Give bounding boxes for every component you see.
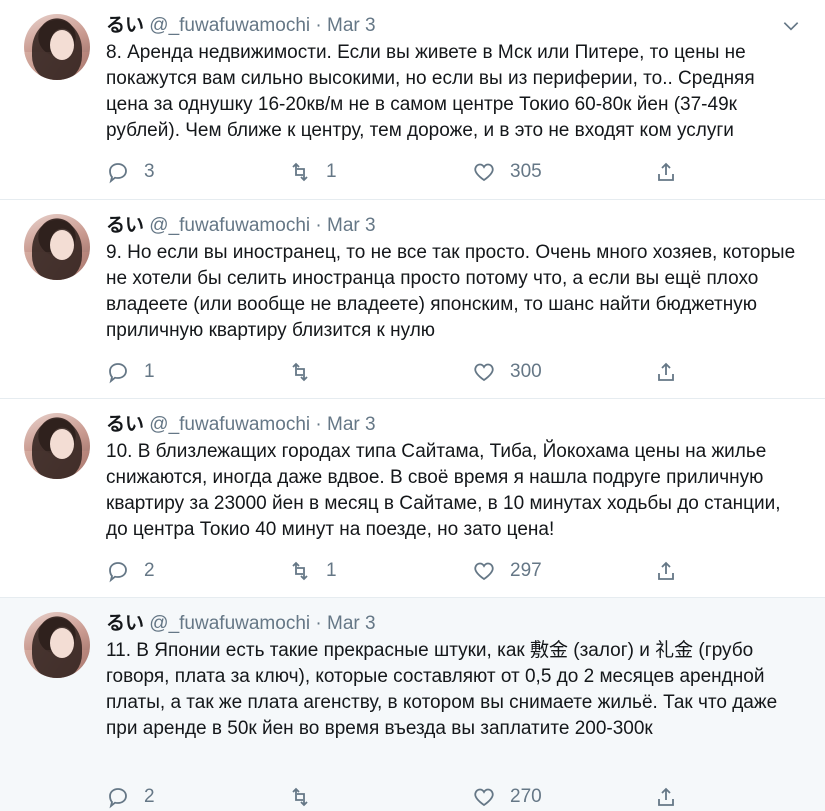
tweet-actions: 2 270 [100,783,800,811]
display-name[interactable]: るい [106,613,144,634]
tweet-thread: るい @_fuwafuwamochi · Mar 3 8. Аренда нед… [0,0,825,811]
tweet-text: 11. В Японии есть такие прекрасные штуки… [106,640,783,739]
tweet-date[interactable]: Mar 3 [327,215,376,236]
tweet-actions: 1 300 [100,358,800,386]
reply-count: 3 [144,161,155,182]
tweet[interactable]: るい @_fuwafuwamochi · Mar 3 8. Аренда нед… [0,0,825,200]
retweet-count: 1 [326,560,337,581]
tweet-date[interactable]: Mar 3 [327,15,376,36]
reply-icon [109,788,127,809]
reply-count: 1 [144,361,155,382]
display-name[interactable]: るい [106,15,144,36]
user-handle[interactable]: @_fuwafuwamochi [149,414,310,435]
share-button[interactable] [654,557,678,585]
retweet-icon [292,787,308,807]
reply-button[interactable]: 1 [106,358,155,386]
like-button[interactable]: 297 [472,557,542,585]
share-icon [658,162,674,181]
user-handle[interactable]: @_fuwafuwamochi [149,613,310,634]
separator: · [315,15,322,36]
like-count: 305 [510,161,542,182]
retweet-button[interactable]: 1 [288,158,337,186]
retweet-icon [292,561,308,581]
retweet-button[interactable]: 1 [288,557,337,585]
like-count: 297 [510,560,542,581]
share-button[interactable] [654,783,678,811]
like-button[interactable]: 300 [472,358,542,386]
tweet-header: るい @_fuwafuwamochi · Mar 3 [106,14,376,38]
reply-button[interactable]: 2 [106,783,155,811]
share-button[interactable] [654,358,678,386]
reply-count: 2 [144,786,155,807]
avatar[interactable] [24,413,90,479]
tweet[interactable]: るい @_fuwafuwamochi · Mar 3 10. В близлеж… [0,399,825,598]
like-count: 300 [510,361,542,382]
share-button[interactable] [654,158,678,186]
reply-button[interactable]: 3 [106,158,155,186]
user-handle[interactable]: @_fuwafuwamochi [149,215,310,236]
like-button[interactable]: 305 [472,158,542,186]
reply-icon [109,163,127,184]
heart-icon [474,788,494,807]
reply-count: 2 [144,560,155,581]
user-handle[interactable]: @_fuwafuwamochi [149,15,310,36]
retweet-icon [292,362,308,382]
retweet-count: 1 [326,161,337,182]
tweet-actions: 2 1 297 [100,557,800,585]
tweet-text: 8. Аренда недвижимости. Если вы живете в… [106,42,760,141]
heart-icon [474,163,494,182]
tweet-header: るい @_fuwafuwamochi · Mar 3 [106,413,376,437]
share-icon [658,561,674,580]
heart-icon [474,363,494,382]
tweet-date[interactable]: Mar 3 [327,414,376,435]
tweet[interactable]: るい @_fuwafuwamochi · Mar 3 9. Но если вы… [0,200,825,399]
reply-icon [109,363,127,384]
avatar[interactable] [24,612,90,678]
separator: · [315,414,322,435]
separator: · [315,613,322,634]
tweet-date[interactable]: Mar 3 [327,613,376,634]
retweet-icon [292,162,308,182]
like-count: 270 [510,786,542,807]
display-name[interactable]: るい [106,215,144,236]
retweet-button[interactable] [288,358,326,386]
avatar[interactable] [24,214,90,280]
tweet[interactable]: るい @_fuwafuwamochi · Mar 3 11. В Японии … [0,598,825,811]
reply-button[interactable]: 2 [106,557,155,585]
like-button[interactable]: 270 [472,783,542,811]
tweet-text: 9. Но если вы иностранец, то не все так … [106,242,801,341]
heart-icon [474,562,494,581]
tweet-actions: 3 1 305 [100,158,800,186]
avatar[interactable] [24,14,90,80]
separator: · [315,215,322,236]
share-icon [658,362,674,381]
tweet-text: 10. В близлежащих городах типа Сайтама, … [106,441,786,540]
tweet-header: るい @_fuwafuwamochi · Mar 3 [106,214,376,238]
tweet-header: るい @_fuwafuwamochi · Mar 3 [106,612,376,636]
chevron-down-icon[interactable] [781,16,801,36]
reply-icon [109,562,127,583]
share-icon [658,787,674,806]
display-name[interactable]: るい [106,414,144,435]
retweet-button[interactable] [288,783,326,811]
